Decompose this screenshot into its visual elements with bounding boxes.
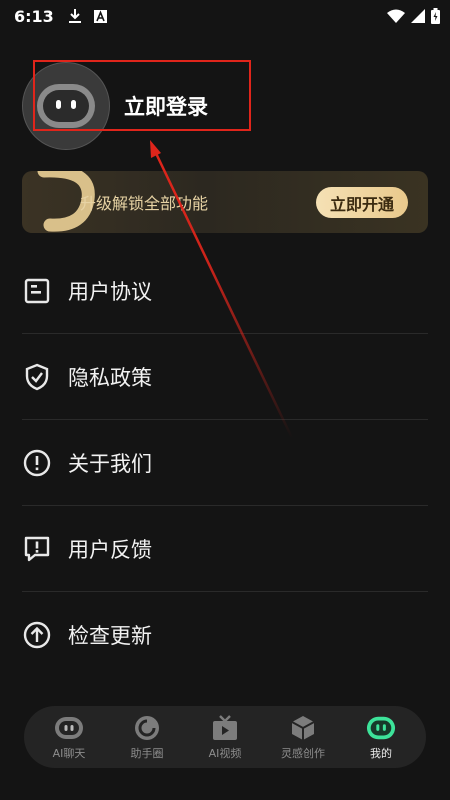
- shield-check-icon: [22, 362, 52, 392]
- menu-item-label: 隐私政策: [68, 365, 152, 390]
- vip-description: 升级解锁全部功能: [80, 194, 209, 213]
- settings-menu: 用户协议 隐私政策 关于我们 用户反馈 检查更新: [22, 248, 428, 678]
- download-icon: [68, 9, 81, 23]
- menu-item-label: 关于我们: [68, 451, 152, 476]
- tab-label: 助手圈: [130, 746, 164, 760]
- document-icon: [22, 276, 52, 306]
- status-bar: 6:13: [0, 0, 450, 32]
- vip-upgrade-banner[interactable]: 升级解锁全部功能 立即开通: [22, 171, 428, 233]
- feedback-icon: [22, 534, 52, 564]
- assistant-circle-icon: [132, 714, 162, 742]
- vip-activate-button[interactable]: 立即开通: [315, 187, 408, 218]
- tab-assistant-circle[interactable]: 助手圈: [111, 714, 183, 761]
- status-time: 6:13: [14, 6, 54, 26]
- menu-item-label: 用户协议: [68, 279, 152, 304]
- battery-charging-icon: [431, 8, 440, 24]
- menu-item-check-update[interactable]: 检查更新: [22, 592, 428, 678]
- chat-bot-icon: [54, 714, 84, 742]
- bottom-tab-bar: AI聊天 助手圈 AI视频 灵感创作 我的: [24, 706, 426, 768]
- menu-item-privacy-policy[interactable]: 隐私政策: [22, 334, 428, 420]
- tab-label: AI聊天: [52, 746, 86, 760]
- wifi-icon: [387, 9, 405, 23]
- tab-label: 我的: [370, 746, 392, 760]
- tab-label: 灵感创作: [281, 746, 325, 760]
- menu-item-feedback[interactable]: 用户反馈: [22, 506, 428, 592]
- menu-item-user-agreement[interactable]: 用户协议: [22, 248, 428, 334]
- profile-bot-icon: [366, 714, 396, 742]
- a-badge-icon: [93, 9, 107, 23]
- menu-item-label: 检查更新: [68, 624, 152, 648]
- upload-circle-icon: [22, 620, 52, 650]
- menu-item-label: 用户反馈: [68, 537, 152, 562]
- annotation-highlight-box: [33, 60, 251, 131]
- menu-item-about-us[interactable]: 关于我们: [22, 420, 428, 506]
- tab-ai-video[interactable]: AI视频: [189, 714, 261, 761]
- tab-inspiration[interactable]: 灵感创作: [267, 714, 339, 761]
- cube-icon: [288, 714, 318, 742]
- tab-mine[interactable]: 我的: [345, 714, 417, 761]
- video-icon: [210, 714, 240, 742]
- signal-icon: [411, 9, 425, 23]
- info-circle-icon: [22, 448, 52, 478]
- tab-label: AI视频: [208, 746, 242, 760]
- tab-ai-chat[interactable]: AI聊天: [33, 714, 105, 761]
